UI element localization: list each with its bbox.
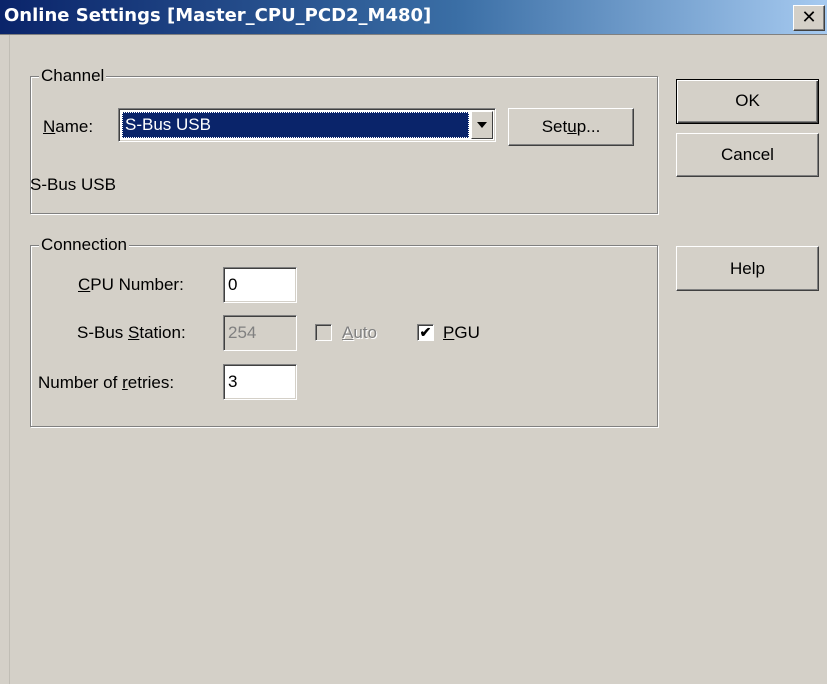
window-edge <box>0 35 10 684</box>
help-button[interactable]: Help <box>676 246 819 291</box>
connection-legend: Connection <box>39 235 130 255</box>
close-button[interactable]: ✕ <box>793 5 825 31</box>
check-icon: ✔ <box>419 324 432 340</box>
auto-label: Auto <box>342 323 377 342</box>
window-title: Online Settings [Master_CPU_PCD2_M480] <box>4 5 432 26</box>
ok-button[interactable]: OK <box>676 79 819 124</box>
channel-name-combobox[interactable]: S-Bus USB <box>118 108 496 142</box>
pgu-checkbox[interactable]: ✔ <box>417 324 434 341</box>
retries-label: Number of retries: <box>38 373 175 392</box>
cpu-number-input[interactable]: 0 <box>223 267 297 303</box>
cpu-number-label: CPU Number: <box>78 275 184 294</box>
cancel-button[interactable]: Cancel <box>676 133 819 177</box>
pgu-label: PGU <box>443 323 480 342</box>
auto-checkbox[interactable] <box>315 324 332 341</box>
sbus-station-label: S-Bus Station: <box>77 323 186 342</box>
retries-input[interactable]: 3 <box>223 364 297 400</box>
title-bar: Online Settings [Master_CPU_PCD2_M480] ✕ <box>0 0 827 35</box>
chevron-down-icon[interactable] <box>471 111 493 139</box>
name-label: Name: <box>43 117 94 136</box>
setup-button[interactable]: Setup... <box>508 108 634 146</box>
sbus-station-input[interactable]: 254 <box>223 315 297 351</box>
close-icon: ✕ <box>801 7 817 28</box>
channel-description: S-Bus USB <box>30 175 116 194</box>
channel-legend: Channel <box>39 66 107 86</box>
channel-name-value: S-Bus USB <box>122 112 469 138</box>
